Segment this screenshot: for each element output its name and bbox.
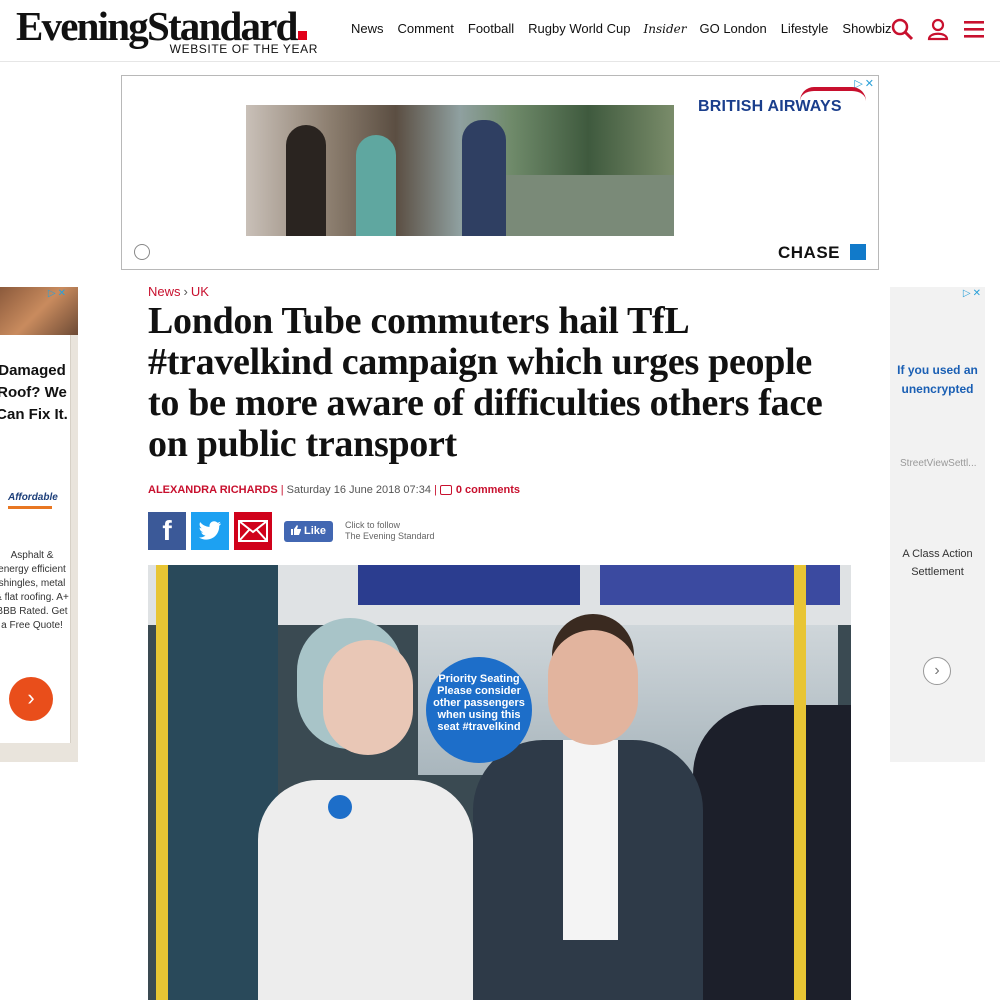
ad-body: Asphalt & energy efficient shingles, met… <box>0 550 69 631</box>
facebook-share-button[interactable]: f <box>148 512 186 550</box>
left-skyscraper-ad[interactable]: ▷✕ Damaged Roof? We Can Fix It. Affordab… <box>0 287 78 762</box>
ad-next-button[interactable]: › <box>923 657 951 685</box>
breadcrumb-news[interactable]: News <box>148 284 181 299</box>
ad-headline: Damaged Roof? We Can Fix It. <box>0 362 68 423</box>
nav-football[interactable]: Football <box>468 21 514 36</box>
nav-insider[interactable]: Insider <box>644 22 687 36</box>
priority-seating-sign: Priority Seating Please consider other p… <box>426 657 532 763</box>
article-headline: London Tube commuters hail TfL #travelki… <box>148 300 823 465</box>
ad-url: StreetViewSettl... <box>900 458 977 469</box>
site-header: EveningStandard WEBSITE OF THE YEAR News… <box>0 0 1000 62</box>
thumbs-up-icon <box>290 524 301 538</box>
chase-octagon-icon <box>850 244 866 260</box>
nav-go-london[interactable]: GO London <box>699 21 766 36</box>
nav-comment[interactable]: Comment <box>398 21 454 36</box>
ad-brand-chase: CHASE <box>778 243 841 262</box>
publish-date: Saturday 16 June 2018 07:34 <box>286 484 431 496</box>
ad-body: A Class Action Settlement <box>902 548 973 578</box>
email-share-button[interactable] <box>234 512 272 550</box>
top-banner-ad[interactable]: ▷✕ BRITISH AIRWAYS CHASE <box>121 75 879 270</box>
breadcrumb-uk[interactable]: UK <box>191 284 209 299</box>
breadcrumb: News › UK <box>148 284 209 299</box>
twitter-share-button[interactable] <box>191 512 229 550</box>
article-main-image[interactable]: Priority Seating Please consider other p… <box>148 565 851 1000</box>
article-byline: ALEXANDRA RICHARDS | Saturday 16 June 20… <box>148 484 521 496</box>
logo-tagline: WEBSITE OF THE YEAR <box>169 42 318 56</box>
site-logo[interactable]: EveningStandard WEBSITE OF THE YEAR <box>16 4 326 58</box>
ad-next-button[interactable]: › <box>9 677 53 721</box>
ad-choices-icon[interactable]: ▷✕ <box>963 288 983 299</box>
nav-rugby-world-cup[interactable]: Rugby World Cup <box>528 21 630 36</box>
user-icon[interactable] <box>926 17 950 41</box>
author-link[interactable]: ALEXANDRA RICHARDS <box>148 484 278 496</box>
comment-icon <box>439 485 452 495</box>
ad-choices-icon[interactable]: ▷✕ <box>48 288 68 299</box>
logo-dot <box>297 31 307 40</box>
right-skyscraper-ad[interactable]: ▷✕ If you used an unencrypted StreetView… <box>890 287 985 762</box>
facebook-like-button[interactable]: Like <box>284 520 333 542</box>
breadcrumb-separator: › <box>183 284 188 299</box>
comments-link[interactable]: 0 comments <box>456 484 520 496</box>
ad-brand-ba: BRITISH AIRWAYS <box>698 98 842 115</box>
follow-text: Click to follow The Evening Standard <box>345 520 435 542</box>
main-nav: News Comment Football Rugby World Cup In… <box>344 21 899 36</box>
ad-image <box>246 105 674 236</box>
share-bar: f Like Click to follow The Evening Stand… <box>148 512 435 550</box>
nav-showbiz[interactable]: Showbiz <box>842 21 891 36</box>
menu-icon[interactable] <box>962 17 986 41</box>
search-icon[interactable] <box>890 17 914 41</box>
nav-news[interactable]: News <box>351 21 384 36</box>
ad-logo-bar <box>8 506 52 509</box>
ad-logo: Affordable <box>8 492 58 503</box>
follow-line-1: Click to follow <box>345 520 401 530</box>
follow-line-2: The Evening Standard <box>345 531 435 541</box>
ad-headline: If you used an unencrypted <box>897 363 978 396</box>
nav-lifestyle[interactable]: Lifestyle <box>781 21 829 36</box>
ad-corner-icon <box>134 244 150 260</box>
like-label: Like <box>303 525 326 537</box>
travelkind-badge <box>328 795 352 819</box>
